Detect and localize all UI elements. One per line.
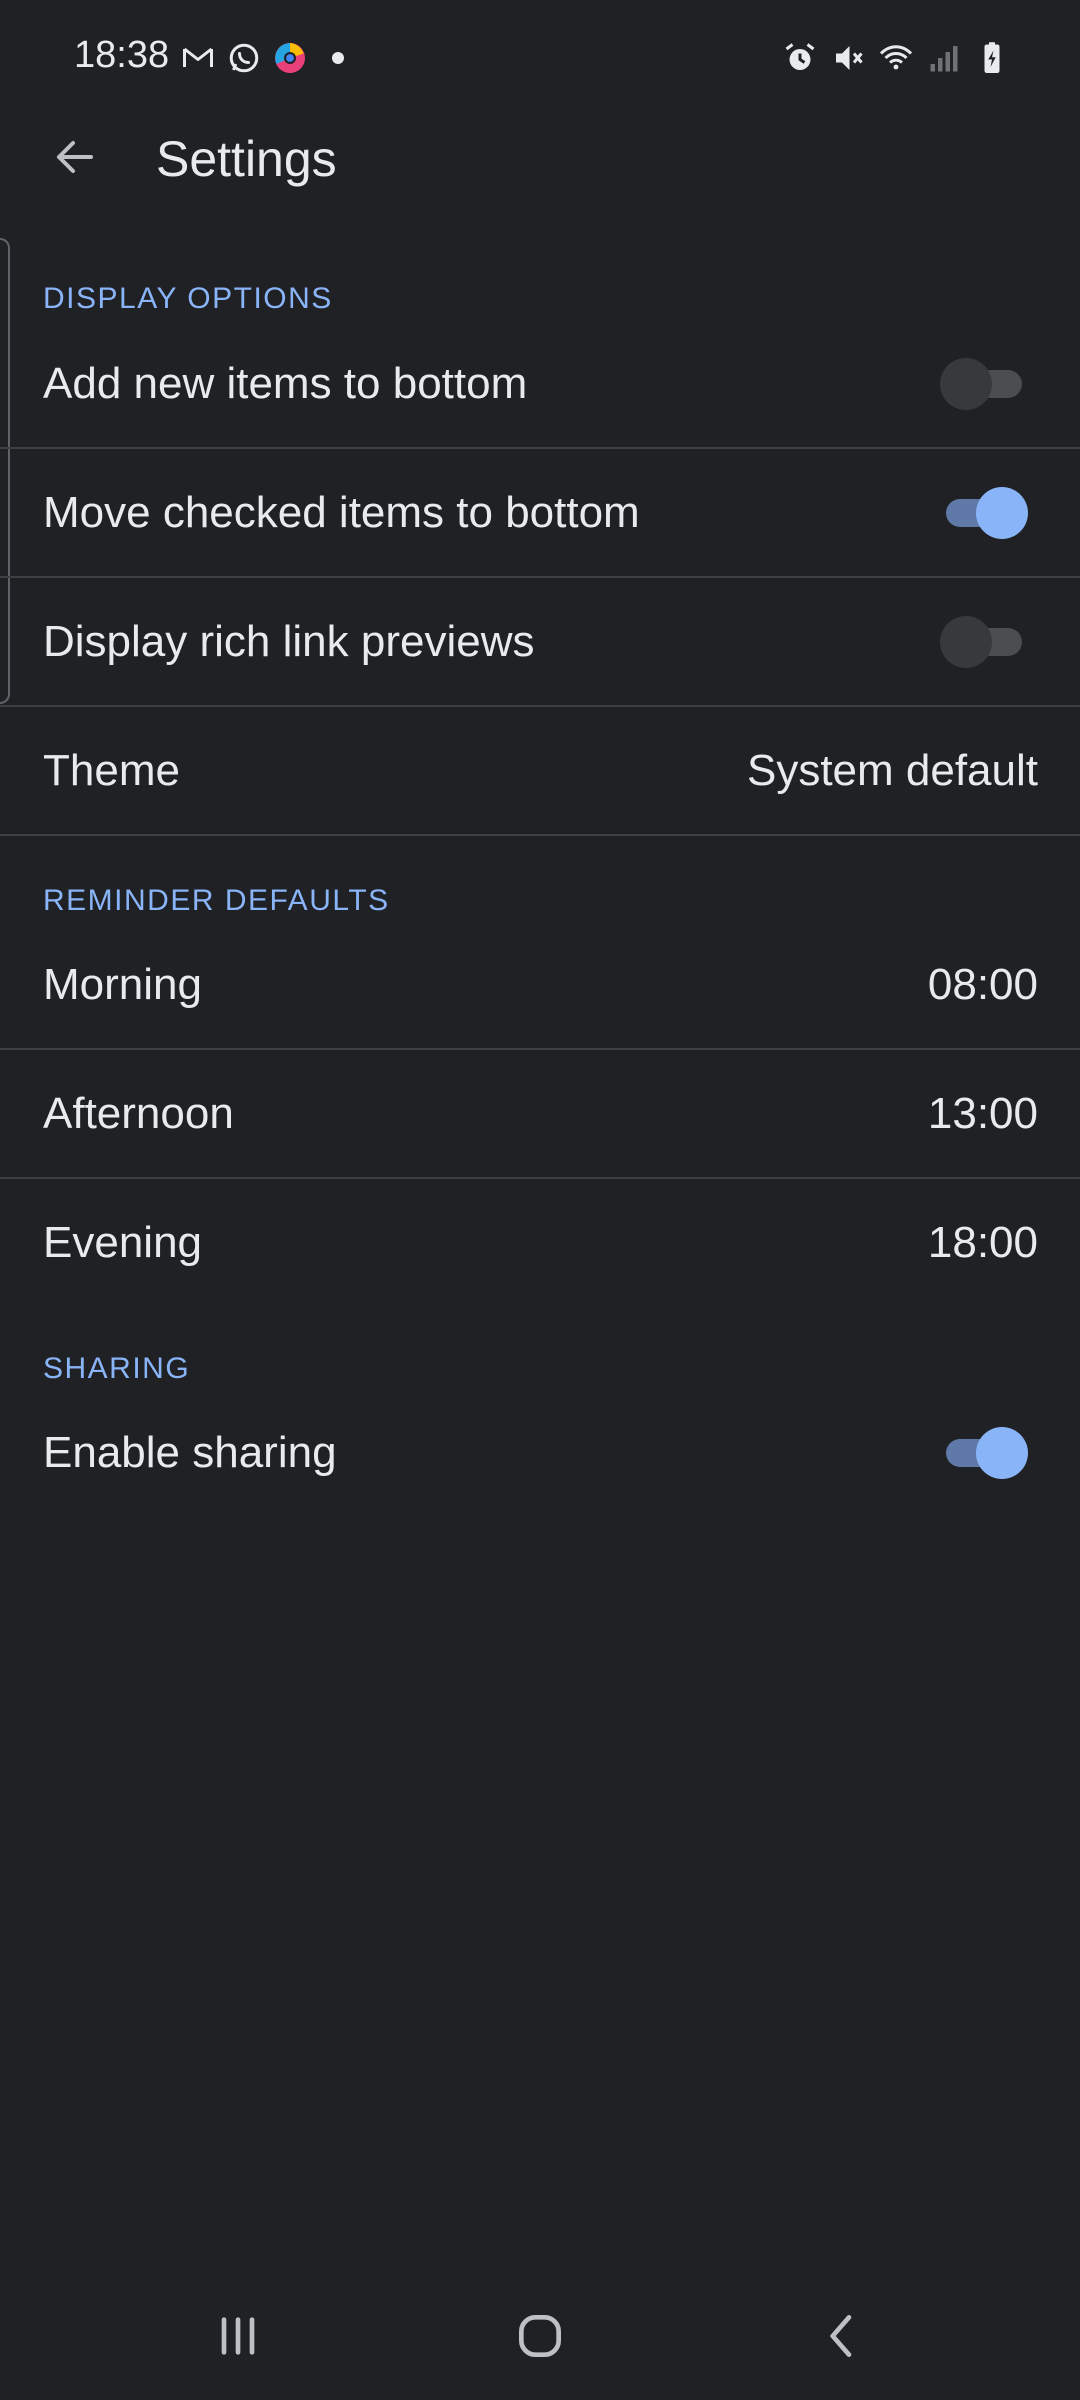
signal-icon	[926, 40, 962, 76]
toggle-thumb	[940, 616, 992, 668]
chrome-like-app-icon	[272, 40, 308, 76]
reminder-defaults-header: REMINDER DEFAULTS	[43, 884, 390, 917]
display-options-header: DISPLAY OPTIONS	[43, 282, 333, 315]
navigation-bar	[0, 2290, 1080, 2382]
theme-label: Theme	[43, 746, 180, 795]
app-bar: Settings	[0, 120, 1080, 200]
afternoon-label: Afternoon	[43, 1089, 234, 1138]
status-left-icons	[180, 40, 344, 76]
system-back-button[interactable]	[792, 2290, 892, 2382]
notification-dot-icon	[332, 52, 344, 64]
gmail-icon	[180, 40, 216, 76]
setting-evening[interactable]: Evening 18:00	[0, 1179, 1080, 1307]
setting-label: Move checked items to bottom	[43, 488, 640, 537]
alarm-icon	[782, 40, 818, 76]
enable-sharing-label: Enable sharing	[43, 1428, 337, 1477]
divider	[0, 834, 1080, 836]
back-button[interactable]	[40, 122, 110, 192]
back-icon	[830, 2315, 852, 2357]
setting-afternoon[interactable]: Afternoon 13:00	[0, 1050, 1080, 1178]
toggle-thumb	[940, 358, 992, 410]
setting-morning[interactable]: Morning 08:00	[0, 921, 1080, 1049]
rich-link-previews-toggle[interactable]	[940, 616, 1028, 668]
setting-add-new-items-to-bottom[interactable]: Add new items to bottom	[0, 320, 1080, 448]
setting-label: Display rich link previews	[43, 617, 535, 666]
setting-theme[interactable]: Theme System default	[0, 707, 1080, 835]
evening-value: 18:00	[927, 1218, 1038, 1267]
battery-charging-icon	[974, 40, 1010, 76]
enable-sharing-toggle[interactable]	[940, 1427, 1028, 1479]
status-right-icons	[782, 40, 1010, 76]
toggle-thumb	[976, 1427, 1028, 1479]
setting-label: Add new items to bottom	[43, 359, 528, 408]
home-icon	[519, 2315, 561, 2357]
page-title: Settings	[156, 131, 337, 187]
recents-button[interactable]	[188, 2290, 288, 2382]
setting-move-checked-items-to-bottom[interactable]: Move checked items to bottom	[0, 449, 1080, 577]
setting-display-rich-link-previews[interactable]: Display rich link previews	[0, 578, 1080, 706]
afternoon-value: 13:00	[927, 1089, 1038, 1138]
status-time: 18:38	[74, 34, 170, 76]
wifi-icon	[878, 40, 914, 76]
sharing-header: SHARING	[43, 1352, 191, 1385]
toggle-thumb	[976, 487, 1028, 539]
status-bar: 18:38	[0, 0, 1080, 120]
whatsapp-icon	[226, 40, 262, 76]
setting-enable-sharing[interactable]: Enable sharing	[0, 1389, 1080, 1517]
evening-label: Evening	[43, 1218, 203, 1267]
move-checked-items-toggle[interactable]	[940, 487, 1028, 539]
settings-screen: 18:38 Settings DISPLAY OPTIONS Add new i…	[0, 0, 1080, 2400]
arrow-back-icon	[57, 141, 93, 173]
home-button[interactable]	[490, 2290, 590, 2382]
morning-value: 08:00	[927, 960, 1038, 1009]
theme-value: System default	[746, 746, 1038, 795]
recents-icon	[221, 2317, 255, 2355]
mute-icon	[830, 40, 866, 76]
add-new-items-toggle[interactable]	[940, 358, 1028, 410]
morning-label: Morning	[43, 960, 202, 1009]
